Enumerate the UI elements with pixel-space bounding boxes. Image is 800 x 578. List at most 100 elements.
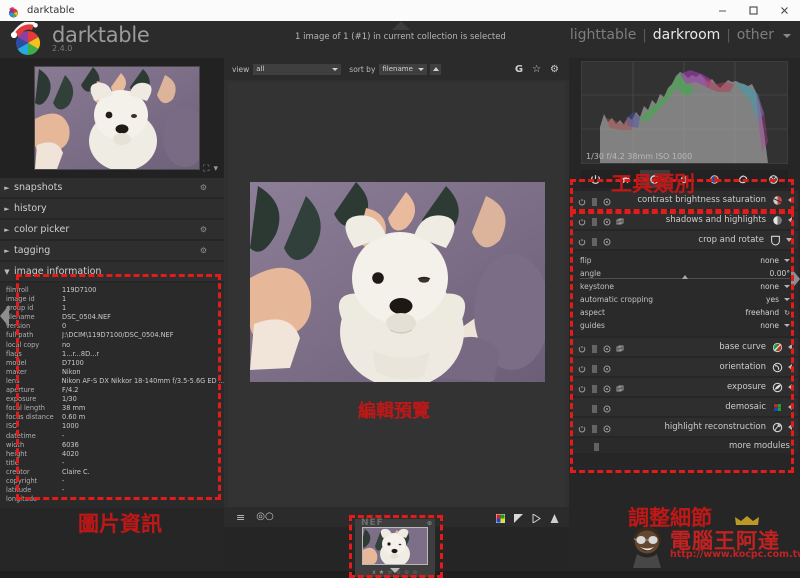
reset-parameters-icon[interactable] xyxy=(603,378,611,397)
effect-group-icon[interactable] xyxy=(758,170,788,188)
filmstrip[interactable]: NEF ⊛ x ★ ☆ ☆ ☆ ☆ xyxy=(224,518,569,577)
module-header-orientation[interactable]: orientation xyxy=(571,358,798,376)
view-other[interactable]: other xyxy=(737,27,774,43)
right-panel-collapse-handle[interactable] xyxy=(791,268,800,290)
softproof-icon[interactable] xyxy=(550,508,559,527)
image-info-value: F/4.2 xyxy=(62,386,79,395)
parameter-aspect[interactable]: aspect freehand ↻ xyxy=(571,306,798,319)
star-icon[interactable]: ★ xyxy=(379,569,384,576)
slider-handle[interactable] xyxy=(682,275,689,279)
module-header-shadows-and-highlights[interactable]: shadows and highlights xyxy=(571,211,798,229)
zoom-dropdown-icon[interactable]: ▾ xyxy=(213,164,218,174)
gear-icon[interactable]: ⚙ xyxy=(200,246,207,255)
view-filter-dropdown[interactable]: all xyxy=(253,63,342,75)
power-toggle-icon[interactable] xyxy=(578,338,586,357)
power-toggle-icon[interactable] xyxy=(578,378,586,397)
module-header-demosaic[interactable]: demosaic xyxy=(571,398,798,416)
triangle-down-icon[interactable] xyxy=(786,238,792,242)
sort-by-dropdown[interactable]: filename xyxy=(379,63,428,75)
reset-parameters-icon[interactable] xyxy=(603,211,611,230)
star-icon[interactable]: ☆ xyxy=(412,569,417,576)
presets-menu-icon[interactable] xyxy=(591,378,598,397)
parameter-guides[interactable]: guides none xyxy=(571,319,798,332)
multiple-instance-icon[interactable] xyxy=(616,211,624,230)
left-panel-section-snapshots[interactable]: ► snapshots ⚙ xyxy=(0,178,224,197)
parameter-flip[interactable]: flip none xyxy=(571,254,798,267)
over-under-exposed-icon[interactable] xyxy=(514,508,523,527)
color-assessment-icon[interactable] xyxy=(496,508,505,527)
star-icon[interactable]: ☆ xyxy=(404,569,409,576)
triangle-left-icon[interactable] xyxy=(788,364,792,370)
parameter-automatic-cropping[interactable]: automatic cropping yes xyxy=(571,293,798,306)
triangle-left-icon[interactable] xyxy=(788,384,792,390)
presets-menu-icon[interactable] xyxy=(591,231,598,250)
power-toggle-icon[interactable] xyxy=(578,418,586,437)
histogram[interactable]: 1/30 f/4.2 38mm ISO 1000 xyxy=(581,61,788,164)
gear-icon[interactable]: ⚙ xyxy=(550,64,559,75)
left-panel-section-tagging[interactable]: ► tagging ⚙ xyxy=(0,241,224,260)
image-info-key: full path xyxy=(6,331,34,340)
multiple-instance-icon[interactable] xyxy=(616,378,624,397)
grouping-icon[interactable]: G xyxy=(515,64,523,75)
left-panel-section-history[interactable]: ► history xyxy=(0,199,224,218)
chevron-down-icon[interactable] xyxy=(783,34,791,38)
star-icon[interactable]: ☆ xyxy=(532,64,541,75)
module-header-crop-and-rotate[interactable]: crop and rotate xyxy=(571,231,798,249)
presets-menu-icon[interactable] xyxy=(591,358,598,377)
parameter-angle[interactable]: angle 0.00° xyxy=(571,267,798,280)
module-header-base-curve[interactable]: base curve xyxy=(571,338,798,356)
color-group-icon[interactable] xyxy=(699,170,729,188)
maximize-icon[interactable] xyxy=(738,0,769,21)
fit-view-icon[interactable]: ⛶ xyxy=(203,164,209,174)
view-lighttable[interactable]: lighttable xyxy=(570,27,637,43)
presets-menu-icon[interactable] xyxy=(591,418,598,437)
image-canvas[interactable] xyxy=(228,82,565,522)
top-panel-collapse-handle[interactable] xyxy=(392,21,410,30)
view-darkroom[interactable]: darkroom xyxy=(653,27,721,43)
more-modules-row[interactable]: more modules xyxy=(571,438,798,453)
mask-manager-icon[interactable]: ◎○ xyxy=(256,511,273,524)
left-panel-section-image-information[interactable]: ▼ image information xyxy=(0,262,224,281)
navigation-tools: ⛶ ▾ xyxy=(203,164,218,174)
module-header-exposure[interactable]: exposure xyxy=(571,378,798,396)
reject-icon[interactable]: x xyxy=(372,569,376,576)
left-panel-collapse-handle[interactable] xyxy=(0,305,9,327)
power-toggle-icon[interactable] xyxy=(578,211,586,230)
triangle-left-icon[interactable] xyxy=(788,197,792,203)
triangle-left-icon[interactable] xyxy=(788,424,792,430)
hamburger-menu-icon[interactable]: ≡ xyxy=(236,511,245,524)
presets-menu-icon[interactable] xyxy=(591,211,598,230)
parameter-keystone[interactable]: keystone none xyxy=(571,280,798,293)
reset-parameters-icon[interactable] xyxy=(603,398,611,417)
image-info-value: DSC_0504.NEF xyxy=(62,313,111,322)
gear-icon[interactable]: ⚙ xyxy=(200,183,207,192)
sort-direction-button[interactable] xyxy=(430,63,442,75)
left-panel-section-color-picker[interactable]: ► color picker ⚙ xyxy=(0,220,224,239)
correction-group-icon[interactable] xyxy=(729,170,759,188)
active-modules-icon[interactable] xyxy=(581,170,611,188)
presets-menu-icon[interactable] xyxy=(593,436,600,455)
reset-parameters-icon[interactable] xyxy=(603,231,611,250)
power-toggle-icon[interactable] xyxy=(578,358,586,377)
triangle-left-icon[interactable] xyxy=(788,217,792,223)
reset-parameters-icon[interactable] xyxy=(603,191,611,210)
module-header-highlight-reconstruction[interactable]: highlight reconstruction xyxy=(571,418,798,436)
presets-menu-icon[interactable] xyxy=(591,338,598,357)
close-icon[interactable] xyxy=(769,0,800,21)
triangle-left-icon[interactable] xyxy=(788,344,792,350)
presets-menu-icon[interactable] xyxy=(591,398,598,417)
multiple-instance-icon[interactable] xyxy=(616,338,624,357)
triangle-left-icon[interactable] xyxy=(788,404,792,410)
power-toggle-icon[interactable] xyxy=(578,191,586,210)
gamut-check-icon[interactable] xyxy=(532,508,541,527)
window-controls xyxy=(707,0,800,21)
reset-parameters-icon[interactable] xyxy=(603,418,611,437)
reset-parameters-icon[interactable] xyxy=(603,358,611,377)
presets-menu-icon[interactable] xyxy=(591,191,598,210)
gear-icon[interactable]: ⚙ xyxy=(200,225,207,234)
reset-parameters-icon[interactable] xyxy=(603,338,611,357)
refresh-icon[interactable]: ↻ xyxy=(784,309,790,317)
power-toggle-icon[interactable] xyxy=(578,231,586,250)
navigation-thumbnail[interactable] xyxy=(34,66,207,171)
minimize-icon[interactable] xyxy=(707,0,738,21)
